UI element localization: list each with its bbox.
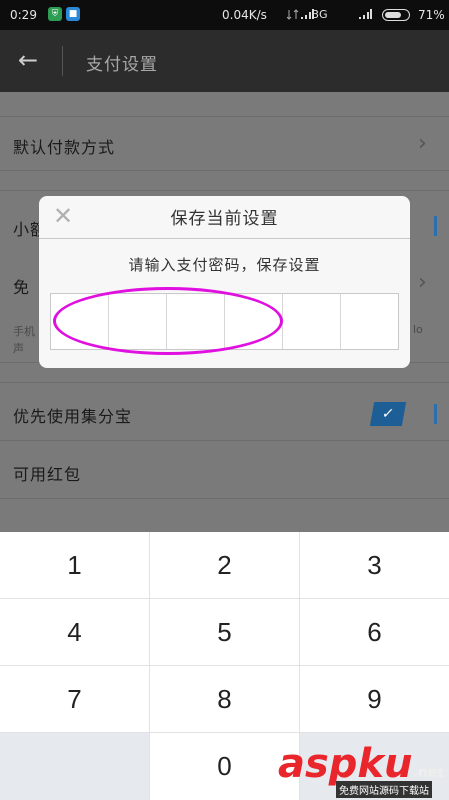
status-bar: 0:29 ⛨ ■ 0.04K/s 3G 71% xyxy=(0,0,449,30)
key-3[interactable]: 3 xyxy=(300,532,449,598)
hint-text-1: 手机 xyxy=(13,325,35,338)
shield-app-icon: ⛨ xyxy=(48,7,62,21)
divider xyxy=(0,190,449,191)
status-time: 0:29 xyxy=(10,8,37,22)
divider xyxy=(0,382,449,383)
network-speed: 0.04K/s xyxy=(222,8,267,22)
key-7[interactable]: 7 xyxy=(0,666,149,732)
chevron-right-icon: › xyxy=(418,270,427,295)
key-6[interactable]: 6 xyxy=(300,599,449,665)
app-notification-icon: ■ xyxy=(66,7,80,21)
chevron-right-icon: › xyxy=(418,131,427,156)
signal-icon-2 xyxy=(359,9,372,19)
divider xyxy=(0,665,449,666)
key-0[interactable]: 0 xyxy=(150,733,299,799)
network-type: 3G xyxy=(312,8,328,21)
divider xyxy=(39,238,410,239)
battery-percent: 71% xyxy=(418,8,445,22)
divider xyxy=(149,532,150,800)
key-5[interactable]: 5 xyxy=(150,599,299,665)
toggle-indicator xyxy=(434,216,437,236)
dialog-prompt: 请输入支付密码，保存设置 xyxy=(128,256,321,274)
page-title: 支付设置 xyxy=(86,55,158,75)
divider xyxy=(0,498,449,499)
divider xyxy=(0,598,449,599)
key-blank-left xyxy=(0,733,149,800)
data-transfer-icon xyxy=(286,9,299,20)
divider xyxy=(62,46,63,76)
prefer-jifenbao-label: 优先使用集分宝 xyxy=(13,407,133,426)
available-redpacket-label[interactable]: 可用红包 xyxy=(13,461,81,485)
battery-icon xyxy=(382,9,410,21)
app-bar: ← 支付设置 xyxy=(0,30,449,92)
pin-cell[interactable] xyxy=(341,294,398,349)
toggle-indicator xyxy=(434,404,437,424)
key-1[interactable]: 1 xyxy=(0,532,149,598)
key-9[interactable]: 9 xyxy=(300,666,449,732)
divider xyxy=(0,440,449,441)
prefer-jifenbao-checkbox[interactable]: ✓ xyxy=(369,402,407,426)
dialog-title: 保存当前设置 xyxy=(170,209,279,229)
default-payment-label[interactable]: 默认付款方式 xyxy=(13,134,115,158)
arrow-left-icon[interactable]: ← xyxy=(18,47,38,73)
divider xyxy=(0,170,449,171)
key-8[interactable]: 8 xyxy=(150,666,299,732)
pin-cell[interactable] xyxy=(283,294,341,349)
key-4[interactable]: 4 xyxy=(0,599,149,665)
hint-text-right: lo xyxy=(413,323,423,336)
key-2[interactable]: 2 xyxy=(150,532,299,598)
annotation-ellipse xyxy=(53,287,283,355)
check-icon: ✓ xyxy=(380,406,396,422)
divider xyxy=(0,732,449,733)
exempt-label[interactable]: 免 xyxy=(13,274,30,298)
watermark-subtitle: 免费网站源码下载站 xyxy=(336,781,432,798)
hint-text-2: 声 xyxy=(13,342,24,355)
divider xyxy=(0,116,449,117)
